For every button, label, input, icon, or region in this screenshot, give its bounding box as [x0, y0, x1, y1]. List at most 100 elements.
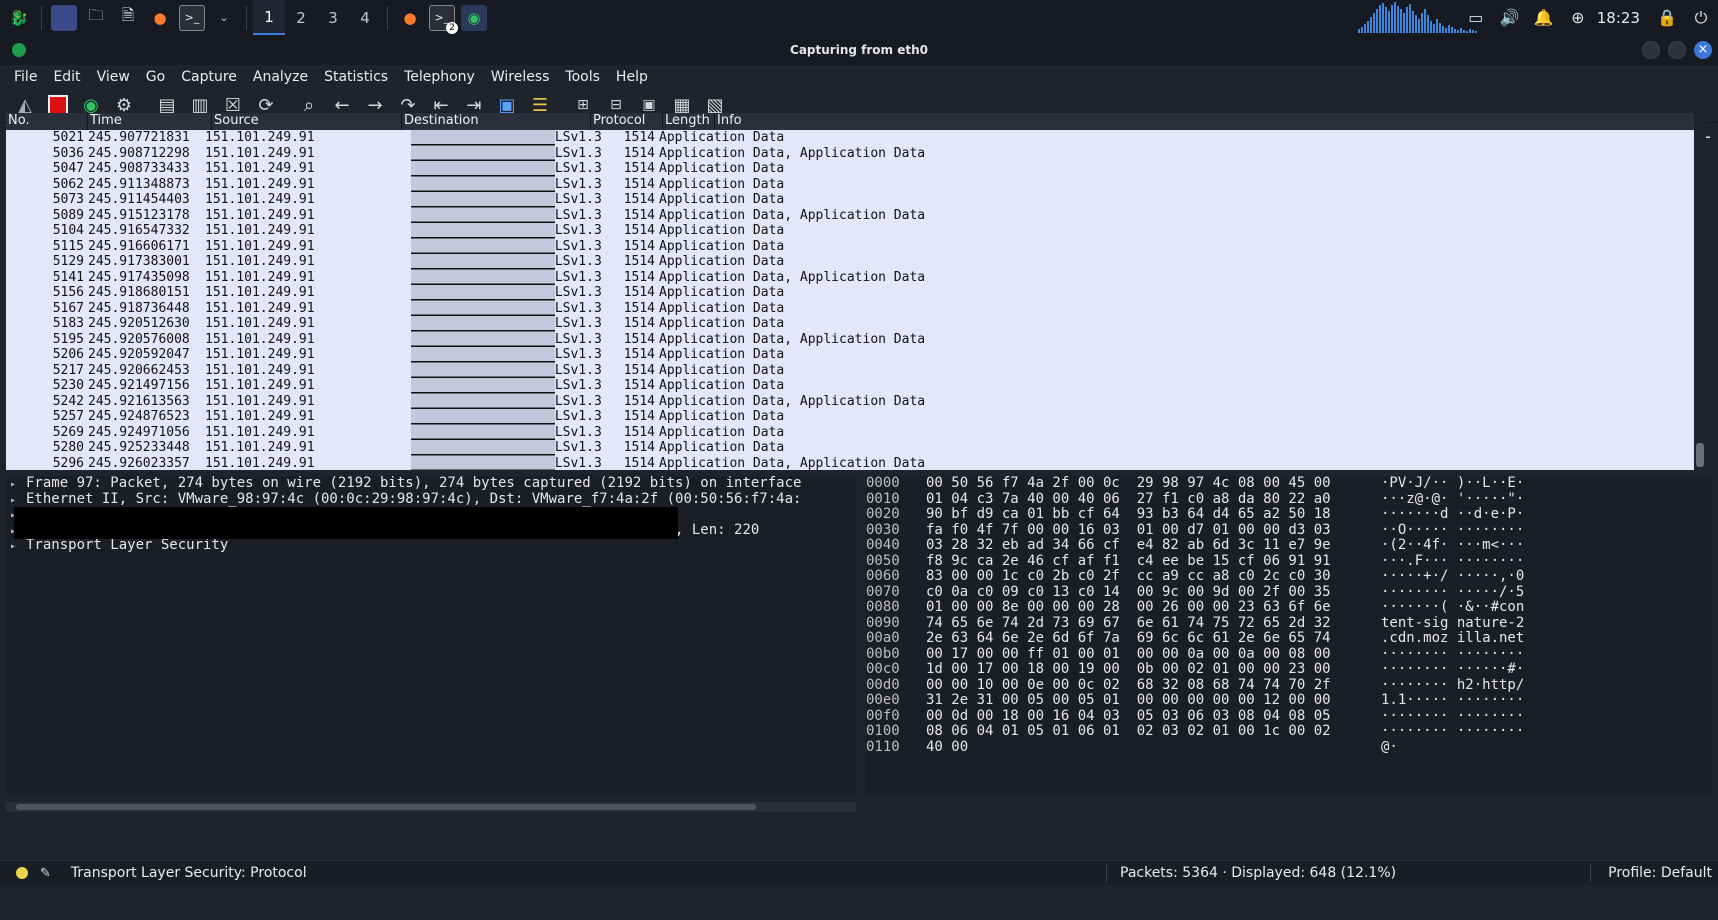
terminal-window-icon[interactable]: >_ 2 — [429, 4, 458, 34]
bytes-row[interactable]: 0090 74 65 6e 74 2d 73 69 67 6e 61 74 75 … — [866, 615, 1712, 632]
column-header-protocol[interactable]: Protocol — [591, 113, 663, 130]
packet-row[interactable]: 5141 245.917435098 151.101.249.91 TLSv1.3 15… — [6, 270, 1706, 286]
packet-row[interactable]: 5115 245.916606171 151.101.249.91 TLSv1.3 15… — [6, 239, 1706, 255]
file-manager-icon[interactable]: 🗀 — [83, 5, 109, 31]
bytes-row[interactable]: 0070 c0 0a c0 09 c0 13 c0 14 00 9c 00 9d … — [866, 584, 1712, 601]
show-desktop-icon[interactable] — [51, 4, 77, 31]
power-icon[interactable]: ⊕ — [1561, 8, 1595, 27]
workspace-2[interactable]: 2 — [285, 0, 317, 35]
column-header-no[interactable]: No. — [6, 113, 88, 130]
workspace-1[interactable]: 1 — [253, 0, 285, 35]
launcher-dropdown-icon[interactable]: ⌄ — [211, 5, 237, 31]
packet-row[interactable]: 5217 245.920662453 151.101.249.91 TLSv1.3 15… — [6, 363, 1706, 379]
menu-wireless[interactable]: Wireless — [483, 69, 558, 85]
packet-row[interactable]: 5021 245.907721831 151.101.249.91 TLSv1.3 15… — [6, 130, 1706, 146]
column-header-time[interactable]: Time — [88, 113, 212, 130]
column-header-info[interactable]: Info — [715, 113, 1706, 130]
packet-row[interactable]: 5047 245.908733433 151.101.249.91 TLSv1.3 15… — [6, 161, 1706, 177]
menu-capture[interactable]: Capture — [173, 69, 245, 85]
title-bar[interactable]: Capturing from eth0 × — [0, 35, 1718, 65]
expand-arrow-icon[interactable]: ▸ — [10, 539, 26, 555]
bytes-row[interactable]: 00a0 2e 63 64 6e 2e 6d 6f 7a 69 6c 6c 61 … — [866, 630, 1712, 647]
packet-list-scrollbar[interactable] — [1694, 113, 1706, 470]
lock-icon[interactable]: 🔒 — [1650, 8, 1684, 27]
expert-info-indicator-icon[interactable] — [16, 867, 28, 879]
menu-tools[interactable]: Tools — [557, 69, 608, 85]
packet-row[interactable]: 5089 245.915123178 151.101.249.91 TLSv1.3 15… — [6, 208, 1706, 224]
bytes-row[interactable]: 0010 01 04 c3 7a 40 00 40 06 27 f1 c0 a8 … — [866, 491, 1712, 508]
packet-row[interactable]: 5257 245.924876523 151.101.249.91 TLSv1.3 15… — [6, 409, 1706, 425]
packet-row[interactable]: 5296 245.926023357 151.101.249.91 TLSv1.3 15… — [6, 456, 1706, 472]
packet-row[interactable]: 5156 245.918680151 151.101.249.91 TLSv1.3 15… — [6, 285, 1706, 301]
kali-menu-icon[interactable]: 🐉 — [6, 5, 32, 31]
packet-row[interactable]: 5280 245.925233448 151.101.249.91 TLSv1.3 15… — [6, 440, 1706, 456]
firefox-icon[interactable]: ● — [147, 5, 173, 31]
expand-arrow-icon[interactable]: ▸ — [10, 477, 26, 493]
bytes-row[interactable]: 00b0 00 17 00 00 ff 01 00 01 00 00 0a 00 … — [866, 646, 1712, 663]
packet-row[interactable]: 5195 245.920576008 151.101.249.91 TLSv1.3 15… — [6, 332, 1706, 348]
capture-comment-icon[interactable]: ✎ — [40, 866, 51, 881]
menu-telephony[interactable]: Telephony — [396, 69, 483, 85]
firefox-window-icon[interactable]: ● — [397, 5, 423, 31]
bytes-row[interactable]: 0110 40 00 @· — [866, 739, 1712, 756]
visualizer-bar — [1424, 9, 1426, 33]
details-horizontal-scrollbar[interactable] — [6, 802, 856, 812]
column-header-destination[interactable]: Destination — [402, 113, 591, 130]
packet-row[interactable]: 5036 245.908712298 151.101.249.91 TLSv1.3 15… — [6, 146, 1706, 162]
bytes-row[interactable]: 0100 08 06 04 01 05 01 06 01 02 03 02 01 … — [866, 723, 1712, 740]
packet-row[interactable]: 5230 245.921497156 151.101.249.91 TLSv1.3 15… — [6, 378, 1706, 394]
profile-status[interactable]: Profile: Default — [1608, 865, 1712, 881]
bytes-row[interactable]: 0030 fa f0 4f 7f 00 00 16 03 01 00 d7 01 … — [866, 522, 1712, 539]
bytes-ascii: .cdn.moz illa.net — [1381, 630, 1525, 646]
maximize-button[interactable] — [1668, 41, 1686, 59]
visualizer-bar — [1421, 13, 1423, 33]
bytes-row[interactable]: 00c0 1d 00 17 00 18 00 19 00 0b 00 02 01 … — [866, 661, 1712, 678]
packet-row[interactable]: 5206 245.920592047 151.101.249.91 TLSv1.3 15… — [6, 347, 1706, 363]
menu-help[interactable]: Help — [608, 69, 656, 85]
details-scroll-thumb[interactable] — [16, 804, 756, 810]
menu-analyze[interactable]: Analyze — [245, 69, 316, 85]
packet-row[interactable]: 5242 245.921613563 151.101.249.91 TLSv1.3 15… — [6, 394, 1706, 410]
packet-row[interactable]: 5167 245.918736448 151.101.249.91 TLSv1.3 15… — [6, 301, 1706, 317]
volume-icon[interactable]: 🔊 — [1493, 8, 1527, 27]
menu-file[interactable]: File — [6, 69, 45, 85]
bytes-row[interactable]: 00f0 00 0d 00 18 00 16 04 03 05 03 06 03 … — [866, 708, 1712, 725]
menu-view[interactable]: View — [89, 69, 138, 85]
menu-edit[interactable]: Edit — [45, 69, 88, 85]
expand-arrow-icon[interactable]: ▸ — [10, 493, 26, 509]
column-header-source[interactable]: Source — [212, 113, 402, 130]
taskbar: 🐉 🗀 🗎 ● >_ ⌄ 1 2 3 4 ● >_ 2 ◉ ▭ 🔊 🔔 ⊕ 18:… — [0, 0, 1718, 35]
close-button[interactable]: × — [1694, 41, 1712, 59]
packet-row[interactable]: 5073 245.911454403 151.101.249.91 TLSv1.3 15… — [6, 192, 1706, 208]
packet-row[interactable]: 5183 245.920512630 151.101.249.91 TLSv1.3 15… — [6, 316, 1706, 332]
packet-row[interactable]: 5062 245.911348873 151.101.249.91 TLSv1.3 15… — [6, 177, 1706, 193]
detail-tree-item[interactable]: ▸ Frame 97: Packet, 274 bytes on wire (21… — [6, 476, 856, 492]
packet-list-scroll-thumb[interactable] — [1696, 443, 1704, 467]
detail-tree-item[interactable]: ▸ Ethernet II, Src: VMware_98:97:4c (00:0… — [6, 491, 856, 509]
power-menu-icon[interactable]: ⏻ — [1684, 8, 1718, 28]
workspace-4[interactable]: 4 — [349, 0, 381, 35]
bytes-row[interactable]: 00e0 31 2e 31 00 05 00 05 01 00 00 00 00 … — [866, 692, 1712, 709]
bytes-row[interactable]: 0040 03 28 32 eb ad 34 66 cf e4 82 ab 6d … — [866, 537, 1712, 554]
text-editor-icon[interactable]: 🗎 — [115, 5, 141, 31]
menu-statistics[interactable]: Statistics — [316, 69, 396, 85]
workspace-3[interactable]: 3 — [317, 0, 349, 35]
detail-tree-item[interactable]: ▸ Transport Layer Security — [6, 537, 856, 555]
clock[interactable]: 18:23 — [1597, 9, 1640, 27]
bytes-row[interactable]: 0080 01 00 00 8e 00 00 00 28 00 26 00 00 … — [866, 599, 1712, 616]
terminal-icon[interactable]: >_ — [179, 4, 205, 31]
column-header-length[interactable]: Length — [663, 113, 715, 130]
display-icon[interactable]: ▭ — [1459, 8, 1493, 27]
bytes-row[interactable]: 0050 f8 9c ca 2e 46 cf af f1 c4 ee be 15 … — [866, 553, 1712, 570]
notification-bell-icon[interactable]: 🔔 — [1527, 8, 1561, 27]
minimize-button[interactable] — [1642, 41, 1660, 59]
bytes-row[interactable]: 0060 83 00 00 1c c0 2b c0 2f cc a9 cc a8 … — [866, 568, 1712, 585]
bytes-row[interactable]: 0020 90 bf d9 ca 01 bb cf 64 93 b3 64 d4 … — [866, 506, 1712, 523]
menu-go[interactable]: Go — [138, 69, 173, 85]
wireshark-window-icon[interactable]: ◉ — [461, 4, 487, 31]
bytes-row[interactable]: 00d0 00 00 10 00 0e 00 0c 02 68 32 08 68 … — [866, 677, 1712, 694]
packet-row[interactable]: 5129 245.917383001 151.101.249.91 TLSv1.3 15… — [6, 254, 1706, 270]
packet-row[interactable]: 5104 245.916547332 151.101.249.91 TLSv1.3 15… — [6, 223, 1706, 239]
bytes-row[interactable]: 0000 00 50 56 f7 4a 2f 00 0c 29 98 97 4c … — [866, 476, 1712, 492]
packet-row[interactable]: 5269 245.924971056 151.101.249.91 TLSv1.3 15… — [6, 425, 1706, 441]
